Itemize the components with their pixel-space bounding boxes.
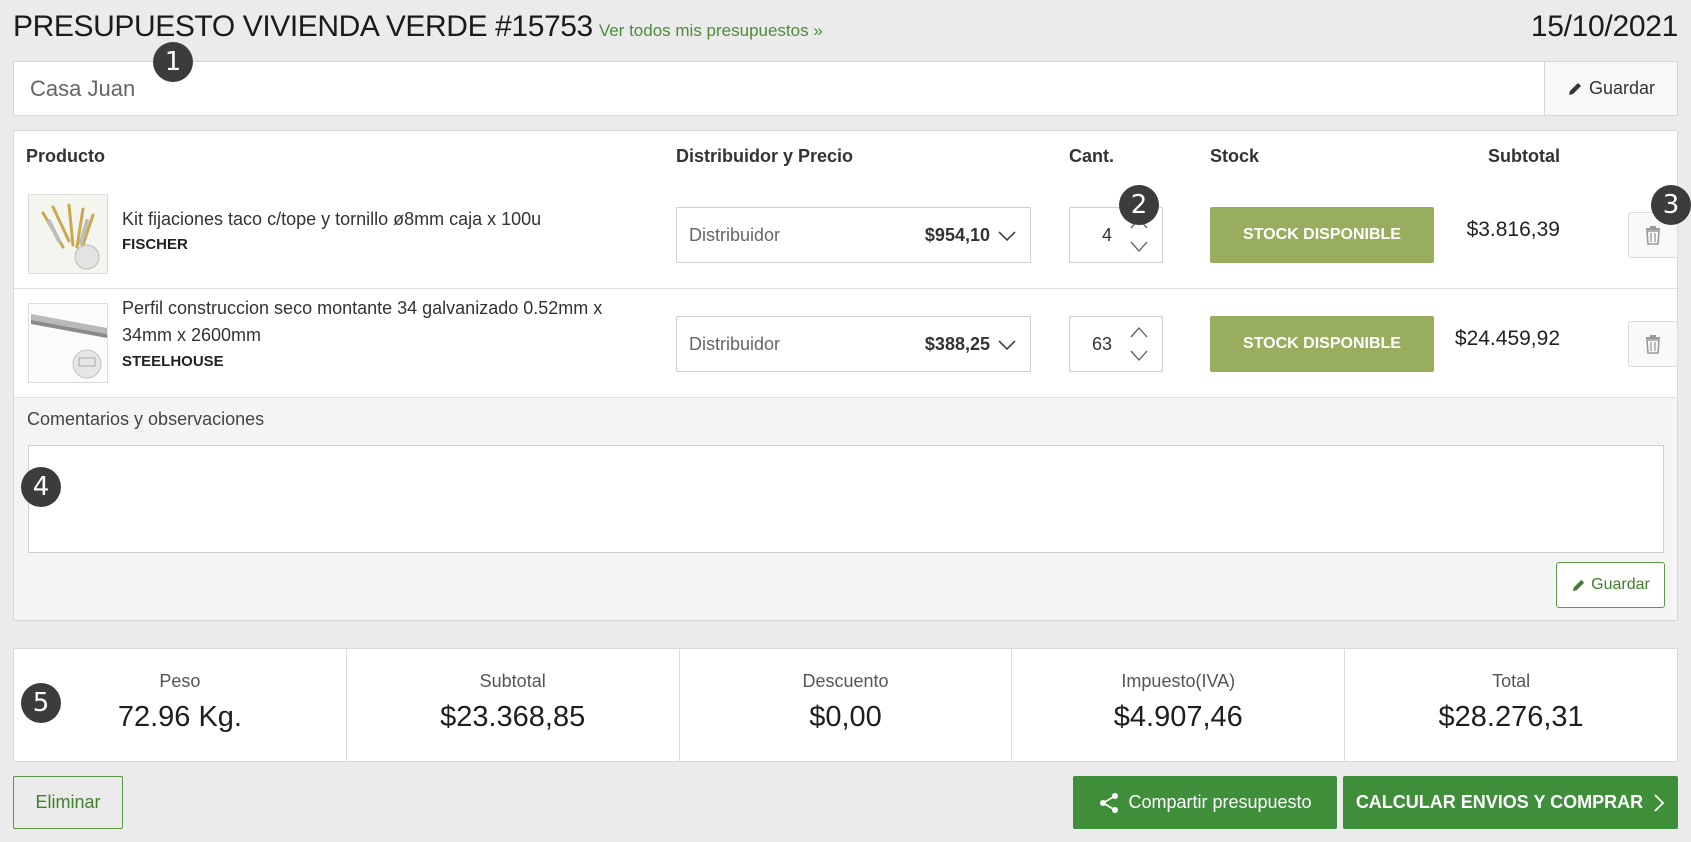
- name-save-button[interactable]: Guardar: [1544, 62, 1677, 115]
- table-row: Perfil construccion seco montante 34 gal…: [14, 289, 1678, 398]
- distributor-price: $954,10: [924, 225, 990, 245]
- chevron-down-icon[interactable]: [1128, 349, 1150, 363]
- total-value: $0,00: [809, 701, 882, 733]
- product-brand: FISCHER: [122, 236, 188, 253]
- total-descuento: Descuento $0,00: [680, 649, 1013, 761]
- marker-5: 5: [21, 683, 61, 723]
- total-value: $23.368,85: [440, 701, 586, 733]
- delete-row-button[interactable]: [1628, 321, 1678, 367]
- trash-icon: [1646, 226, 1660, 245]
- chevron-right-icon: [1654, 793, 1665, 812]
- products-table: Producto Distribuidor y Precio Cant. Sto…: [13, 130, 1678, 621]
- total-peso: Peso 72.96 Kg.: [14, 649, 347, 761]
- total-subtotal: Subtotal $23.368,85: [347, 649, 680, 761]
- product-image: [28, 303, 108, 383]
- table-row: Kit fijaciones taco c/tope y tornillo ø8…: [14, 180, 1678, 289]
- distributor-select[interactable]: Distribuidor $388,25: [676, 316, 1031, 372]
- total-label: Total: [1492, 671, 1531, 691]
- budget-name-input[interactable]: [14, 62, 1546, 115]
- header: PRESUPUESTO VIVIENDA VERDE #15753 Ver tod…: [13, 8, 1678, 52]
- product-name: Kit fijaciones taco c/tope y tornillo ø8…: [122, 209, 542, 229]
- budget-name-row: Guardar: [13, 61, 1678, 116]
- distributor-select[interactable]: Distribuidor $954,10: [676, 207, 1031, 263]
- col-cantidad: Cant.: [1069, 146, 1114, 166]
- distributor-label: Distribuidor: [689, 225, 781, 245]
- comments-textarea[interactable]: [28, 445, 1664, 553]
- chevron-down-icon: [998, 231, 1016, 242]
- row-subtotal: $24.459,92: [1454, 327, 1560, 350]
- product-name: Perfil construccion seco montante 34 gal…: [122, 298, 603, 345]
- col-producto: Producto: [26, 146, 105, 166]
- row-subtotal: $3.816,39: [1466, 218, 1560, 241]
- marker-1: 1: [153, 42, 193, 82]
- total-label: Peso: [159, 671, 201, 691]
- quantity-value: 4: [1101, 225, 1112, 245]
- calculate-and-buy-button[interactable]: CALCULAR ENVIOS Y COMPRAR: [1343, 776, 1678, 829]
- page-title-text: PRESUPUESTO VIVIENDA VERDE #15753: [13, 10, 593, 43]
- col-distribuidor: Distribuidor y Precio: [676, 146, 854, 166]
- comments-save-button[interactable]: Guardar: [1556, 562, 1665, 608]
- stock-button[interactable]: STOCK DISPONIBLE: [1210, 316, 1434, 372]
- delete-budget-button[interactable]: Eliminar: [13, 776, 123, 829]
- distributor-price: $388,25: [924, 334, 990, 354]
- comments-save-label: Guardar: [1591, 576, 1650, 593]
- total-total: Total $28.276,31: [1345, 649, 1677, 761]
- share-label: Compartir presupuesto: [1128, 792, 1312, 812]
- share-icon: [1100, 792, 1119, 813]
- marker-4: 4: [21, 467, 61, 507]
- product-brand: STEELHOUSE: [122, 353, 224, 370]
- table-header: Producto Distribuidor y Precio Cant. Sto…: [14, 131, 1677, 181]
- total-value: 72.96 Kg.: [117, 701, 242, 733]
- marker-3: 3: [1651, 185, 1691, 225]
- share-budget-button[interactable]: Compartir presupuesto: [1073, 776, 1337, 829]
- pencil-icon: [1573, 579, 1585, 591]
- quantity-value: 63: [1091, 334, 1112, 354]
- total-label: Impuesto(IVA): [1121, 671, 1236, 691]
- page-title: PRESUPUESTO VIVIENDA VERDE #15753 Ver tod…: [13, 10, 823, 44]
- buy-label: CALCULAR ENVIOS Y COMPRAR: [1355, 792, 1644, 812]
- all-budgets-link[interactable]: Ver todos mis presupuestos »: [599, 21, 823, 40]
- total-value: $28.276,31: [1438, 701, 1584, 733]
- marker-2: 2: [1119, 185, 1159, 225]
- total-label: Descuento: [802, 671, 889, 691]
- chevron-down-icon: [998, 340, 1016, 351]
- col-stock: Stock: [1210, 146, 1260, 166]
- total-label: Subtotal: [479, 671, 546, 691]
- distributor-label: Distribuidor: [689, 334, 781, 354]
- name-save-label: Guardar: [1588, 78, 1656, 98]
- total-iva: Impuesto(IVA) $4.907,46: [1012, 649, 1346, 761]
- chevron-up-icon[interactable]: [1128, 325, 1150, 339]
- total-value: $4.907,46: [1113, 701, 1243, 733]
- col-subtotal: Subtotal: [1488, 146, 1560, 166]
- chevron-down-icon[interactable]: [1128, 240, 1150, 254]
- quantity-stepper[interactable]: 63: [1069, 316, 1163, 372]
- stock-button[interactable]: STOCK DISPONIBLE: [1210, 207, 1434, 263]
- comments-label: Comentarios y observaciones: [27, 409, 265, 429]
- budget-date: 15/10/2021: [1530, 10, 1678, 43]
- trash-icon: [1646, 335, 1660, 354]
- product-image: [28, 194, 108, 274]
- pencil-icon: [1568, 82, 1581, 95]
- totals-bar: Peso 72.96 Kg. Subtotal $23.368,85 Descu…: [13, 648, 1678, 762]
